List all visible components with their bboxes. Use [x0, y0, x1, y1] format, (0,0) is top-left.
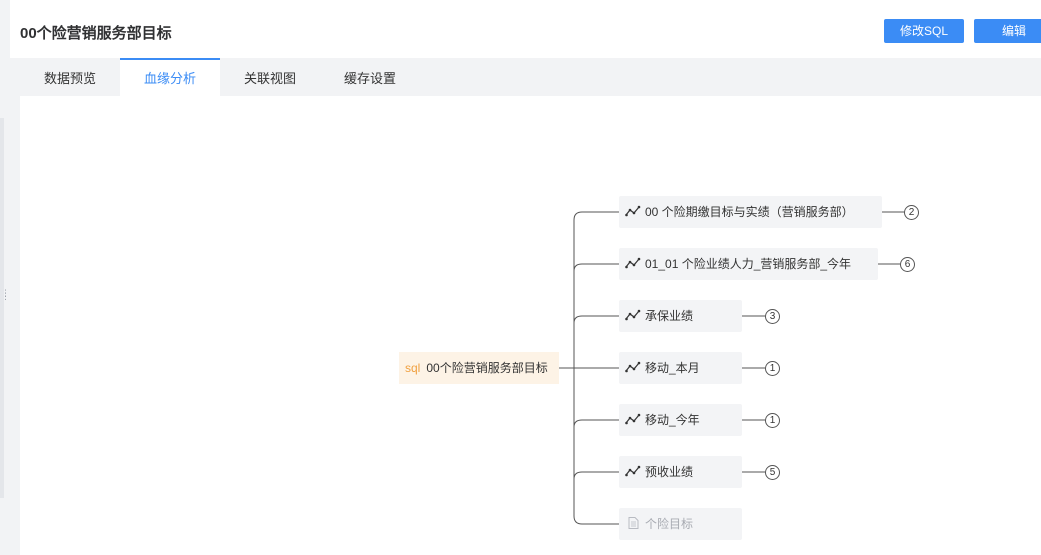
line-chart-icon	[625, 413, 641, 425]
node-label: 个险目标	[645, 517, 694, 531]
reference-count-badge[interactable]: 1	[765, 413, 780, 428]
node-label: 承保业绩	[645, 309, 694, 323]
tab-lineage-analysis[interactable]: 血缘分析	[120, 58, 220, 96]
node-label: 01_01 个险业绩人力_营销服务部_今年	[645, 257, 852, 271]
root-node-label: 00个险营销服务部目标	[426, 361, 548, 375]
lineage-node[interactable]: 个险目标	[619, 508, 742, 540]
node-label: 移动_本月	[645, 361, 700, 375]
tab-cache-settings[interactable]: 缓存设置	[320, 58, 420, 96]
left-rail	[0, 118, 4, 498]
node-label: 00 个险期缴目标与实绩（营销服务部）	[645, 205, 854, 219]
reference-count-badge[interactable]: 3	[765, 309, 780, 324]
reference-count-badge[interactable]: 6	[900, 257, 915, 272]
reference-count-badge[interactable]: 5	[765, 465, 780, 480]
reference-count-badge[interactable]: 1	[765, 361, 780, 376]
lineage-node[interactable]: 移动_本月	[619, 352, 742, 384]
sql-tag: sql	[405, 361, 421, 375]
lineage-canvas: sql 00个险营销服务部目标 00 个险期缴目标与实绩（营销服务部） 2 01_…	[20, 96, 1041, 555]
lineage-links	[559, 211, 904, 525]
tab-related-views[interactable]: 关联视图	[220, 58, 320, 96]
page-title: 00个险营销服务部目标	[20, 25, 172, 42]
line-chart-icon	[625, 361, 641, 373]
modify-sql-button[interactable]: 修改SQL	[884, 19, 964, 43]
line-chart-icon	[625, 205, 641, 217]
document-icon	[628, 517, 639, 529]
tab-bar: 数据预览 血缘分析 关联视图 缓存设置	[20, 58, 1041, 96]
tab-data-preview[interactable]: 数据预览	[20, 58, 120, 96]
lineage-node[interactable]: 移动_今年	[619, 404, 742, 436]
lineage-root-node[interactable]: sql 00个险营销服务部目标	[399, 352, 559, 384]
line-chart-icon	[625, 465, 641, 477]
node-label: 移动_今年	[645, 413, 700, 427]
lineage-node[interactable]: 预收业绩	[619, 456, 742, 488]
resize-grip-icon[interactable]: ⋮ ⋮	[1, 289, 10, 306]
line-chart-icon	[625, 257, 641, 269]
node-label: 预收业绩	[645, 465, 694, 479]
lineage-node[interactable]: 承保业绩	[619, 300, 742, 332]
line-chart-icon	[625, 309, 641, 321]
page-header: 00个险营销服务部目标 修改SQL 编辑	[10, 0, 1041, 58]
lineage-node[interactable]: 01_01 个险业绩人力_营销服务部_今年	[619, 248, 878, 280]
lineage-node[interactable]: 00 个险期缴目标与实绩（营销服务部）	[619, 196, 882, 228]
reference-count-badge[interactable]: 2	[904, 205, 919, 220]
edit-button[interactable]: 编辑	[974, 19, 1041, 43]
